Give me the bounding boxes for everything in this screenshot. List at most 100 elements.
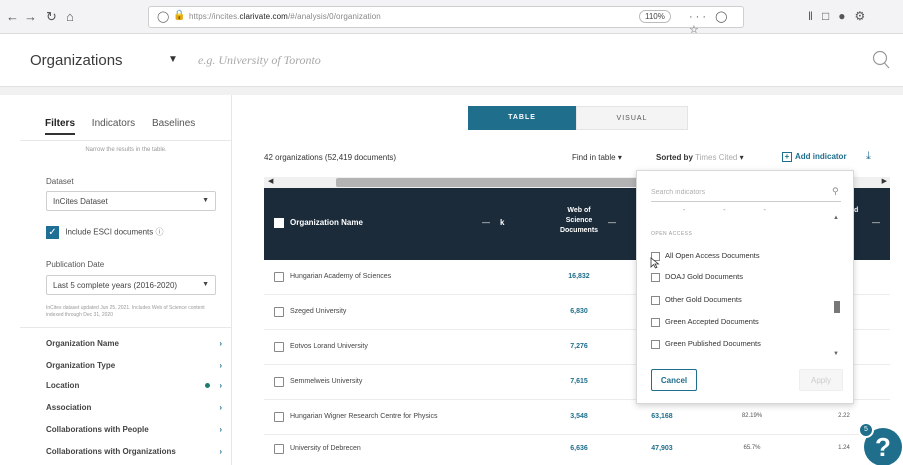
facet-label: Association [46, 403, 92, 412]
shield-icon[interactable]: ◯ [157, 10, 169, 23]
search-icon[interactable] [871, 48, 891, 72]
chevron-right-icon: › [219, 339, 222, 348]
dataset-select[interactable]: InCites Dataset ▼ [46, 191, 216, 211]
narrow-hint: Narrow the results in the table. [85, 147, 167, 153]
dropdown-scrollbar[interactable]: ▲ ▼ [833, 215, 841, 361]
zoom-level[interactable]: 110% [639, 10, 671, 23]
row-checkbox[interactable] [274, 272, 284, 282]
option-green-accepted[interactable]: Green Accepted Documents [651, 317, 759, 327]
times-cited[interactable]: 47,903 [632, 445, 692, 452]
row-checkbox[interactable] [274, 444, 284, 454]
select-all-checkbox[interactable] [274, 218, 284, 228]
row-checkbox[interactable] [274, 307, 284, 317]
sort-dropdown[interactable]: Sorted by Times Cited ▾ [656, 153, 744, 162]
scroll-right-icon[interactable]: ▶ [882, 177, 887, 185]
scroll-thumb[interactable] [834, 301, 840, 313]
row-checkbox[interactable] [274, 342, 284, 352]
scroll-thumb[interactable] [336, 178, 638, 187]
table-row: Hungarian Wigner Research Centre for Phy… [264, 400, 890, 435]
facet-location[interactable]: Location › [46, 381, 222, 390]
wos-count[interactable]: 16,832 [549, 273, 609, 280]
table-view-button[interactable]: TABLE [468, 106, 576, 130]
scroll-up-icon[interactable]: ▲ [833, 215, 839, 221]
find-in-table-button[interactable]: Find in table ▾ [572, 153, 622, 162]
wos-count[interactable]: 7,615 [549, 378, 609, 385]
option-checkbox[interactable] [651, 317, 660, 327]
pub-date-select[interactable]: Last 5 complete years (2016-2020) ▼ [46, 275, 216, 295]
mouse-cursor-icon [650, 257, 660, 269]
search-icon[interactable]: ⚲ [832, 186, 839, 197]
address-bar[interactable]: ◯ 🔒 https://incites.clarivate.com/#/anal… [148, 6, 744, 36]
org-name[interactable]: Eotvos Lorand University [290, 343, 368, 350]
page-actions[interactable]: ··· ◯ ☆ [689, 10, 743, 36]
wos-count[interactable]: 6,830 [549, 308, 609, 315]
org-name[interactable]: Szeged University [290, 308, 346, 315]
metric-value: 1.24 [838, 445, 850, 451]
download-icon[interactable]: ⤓ [866, 150, 871, 163]
option-label: DOAJ Gold Documents [665, 272, 743, 281]
help-notification-badge: 5 [858, 422, 874, 438]
forward-icon[interactable]: → [24, 9, 37, 24]
facet-label: Organization Type [46, 361, 116, 370]
cancel-button[interactable]: Cancel [651, 369, 697, 391]
find-in-table-label: Find in table [572, 153, 616, 162]
entity-title[interactable]: Organizations [30, 52, 123, 69]
visual-view-button[interactable]: VISUAL [576, 106, 688, 130]
org-name[interactable]: Semmelweis University [290, 378, 362, 385]
checkbox-checked[interactable]: ✓ [46, 226, 59, 239]
col-wos-documents[interactable]: Web of Science Documents [549, 206, 609, 236]
lock-icon[interactable]: 🔒 [173, 10, 185, 21]
facet-association[interactable]: Association › [46, 403, 222, 412]
option-all-open-access[interactable]: All Open Access Documents [651, 251, 760, 261]
row-checkbox[interactable] [274, 377, 284, 387]
pocket-icon[interactable]: ◯ [715, 11, 730, 23]
extension-icon[interactable]: ⚙ [854, 9, 874, 23]
url-domain: clarivate.com [239, 12, 288, 21]
col-organization-name[interactable]: Organization Name [274, 218, 363, 228]
column-menu-icon[interactable]: — [608, 218, 616, 227]
wos-count[interactable]: 7,276 [549, 343, 609, 350]
org-name[interactable]: Hungarian Wigner Research Centre for Phy… [290, 413, 437, 420]
column-menu-icon[interactable]: — [872, 218, 880, 227]
info-icon[interactable]: ⓘ [156, 228, 164, 237]
wos-count[interactable]: 6,636 [549, 445, 609, 452]
add-indicator-button[interactable]: + Add indicator [782, 152, 847, 162]
org-name[interactable]: University of Debrecen [290, 445, 361, 452]
facet-organization-type[interactable]: Organization Type › [46, 361, 222, 370]
col-last[interactable]: d [854, 206, 858, 216]
library-icon[interactable]: ‖ [808, 9, 822, 23]
option-checkbox[interactable] [651, 295, 660, 305]
facet-collab-organizations[interactable]: Collaborations with Organizations › [46, 447, 222, 456]
org-name[interactable]: Hungarian Academy of Sciences [290, 273, 391, 280]
option-checkbox[interactable] [651, 339, 660, 349]
tab-indicators[interactable]: Indicators [92, 118, 135, 129]
column-menu-icon[interactable]: — [482, 218, 490, 227]
option-checkbox[interactable] [651, 272, 660, 282]
more-icon[interactable]: ··· [689, 11, 709, 23]
apply-button[interactable]: Apply [799, 369, 843, 391]
tab-baselines[interactable]: Baselines [152, 118, 195, 129]
section-open-access: OPEN ACCESS [651, 231, 693, 237]
reload-icon[interactable]: ↻ [46, 9, 57, 25]
truncated-items: - - - [683, 207, 784, 214]
facet-organization-name[interactable]: Organization Name › [46, 339, 222, 348]
tab-filters[interactable]: Filters [45, 118, 76, 135]
entity-search-input[interactable] [198, 53, 798, 68]
wos-count[interactable]: 3,548 [549, 413, 609, 420]
facet-collab-people[interactable]: Collaborations with People › [46, 425, 222, 434]
option-doaj-gold[interactable]: DOAJ Gold Documents [651, 272, 743, 282]
option-other-gold[interactable]: Other Gold Documents [651, 295, 742, 305]
caret-down-icon[interactable]: ▼ [168, 54, 178, 65]
url-text[interactable]: https://incites.clarivate.com/#/analysis… [189, 12, 381, 21]
scroll-left-icon[interactable]: ◀ [268, 177, 273, 185]
option-green-published[interactable]: Green Published Documents [651, 339, 761, 349]
esci-option[interactable]: ✓ Include ESCI documents ⓘ [46, 226, 164, 239]
account-icon[interactable]: ● [838, 9, 854, 23]
back-icon[interactable]: ← [6, 9, 19, 24]
row-checkbox[interactable] [274, 412, 284, 422]
scroll-down-icon[interactable]: ▼ [833, 351, 839, 357]
times-cited[interactable]: 63,168 [632, 413, 692, 420]
sidebar-icon[interactable]: □ [822, 9, 838, 23]
indicator-search-input[interactable] [651, 184, 841, 202]
home-icon[interactable]: ⌂ [66, 9, 74, 24]
